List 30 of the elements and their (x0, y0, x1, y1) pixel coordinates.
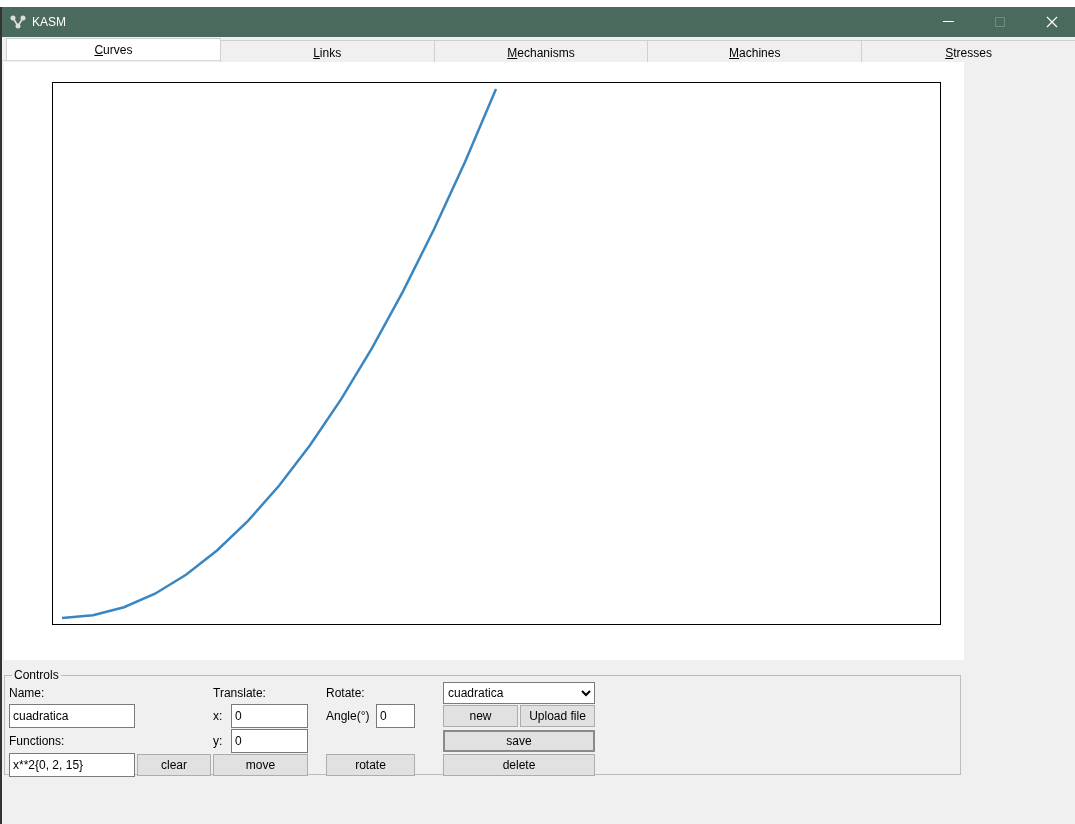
delete-button[interactable]: delete (443, 754, 595, 776)
curve-dropdown[interactable]: cuadratica (443, 682, 595, 704)
name-field[interactable]: cuadratica (9, 704, 135, 728)
new-button[interactable]: new (443, 705, 518, 727)
tab[interactable]: Machines (647, 40, 863, 62)
x-field[interactable]: 0 (231, 704, 308, 728)
upload-file-button[interactable]: Upload file (520, 705, 595, 727)
move-button[interactable]: move (213, 754, 308, 776)
save-button[interactable]: save (443, 729, 595, 752)
field-label: Functions: (9, 733, 66, 748)
field-label: Translate: (213, 686, 267, 700)
group-title: Controls (13, 668, 60, 682)
functions-field[interactable]: x**2{0, 2, 15} (9, 753, 135, 777)
rotate-button[interactable]: rotate (326, 754, 415, 776)
field-label: Rotate: (326, 686, 366, 700)
window-title: KASM (32, 15, 67, 29)
close-icon[interactable] (1046, 16, 1058, 28)
tab[interactable]: Links (219, 40, 435, 62)
field-label: x: (213, 709, 224, 723)
field-label: y: (213, 733, 224, 748)
tab[interactable]: Curves (6, 38, 221, 60)
minimize-icon[interactable] (942, 21, 954, 23)
angle-field[interactable]: 0 (376, 704, 415, 728)
field-label: Name: (9, 686, 46, 700)
y-field[interactable]: 0 (231, 728, 308, 753)
clear-button[interactable]: clear (137, 754, 211, 776)
tab[interactable]: Mechanisms (433, 40, 649, 62)
tab[interactable]: Stresses (861, 40, 1075, 62)
field-label: Angle(°) (326, 709, 371, 723)
app-logo-icon (10, 15, 26, 29)
